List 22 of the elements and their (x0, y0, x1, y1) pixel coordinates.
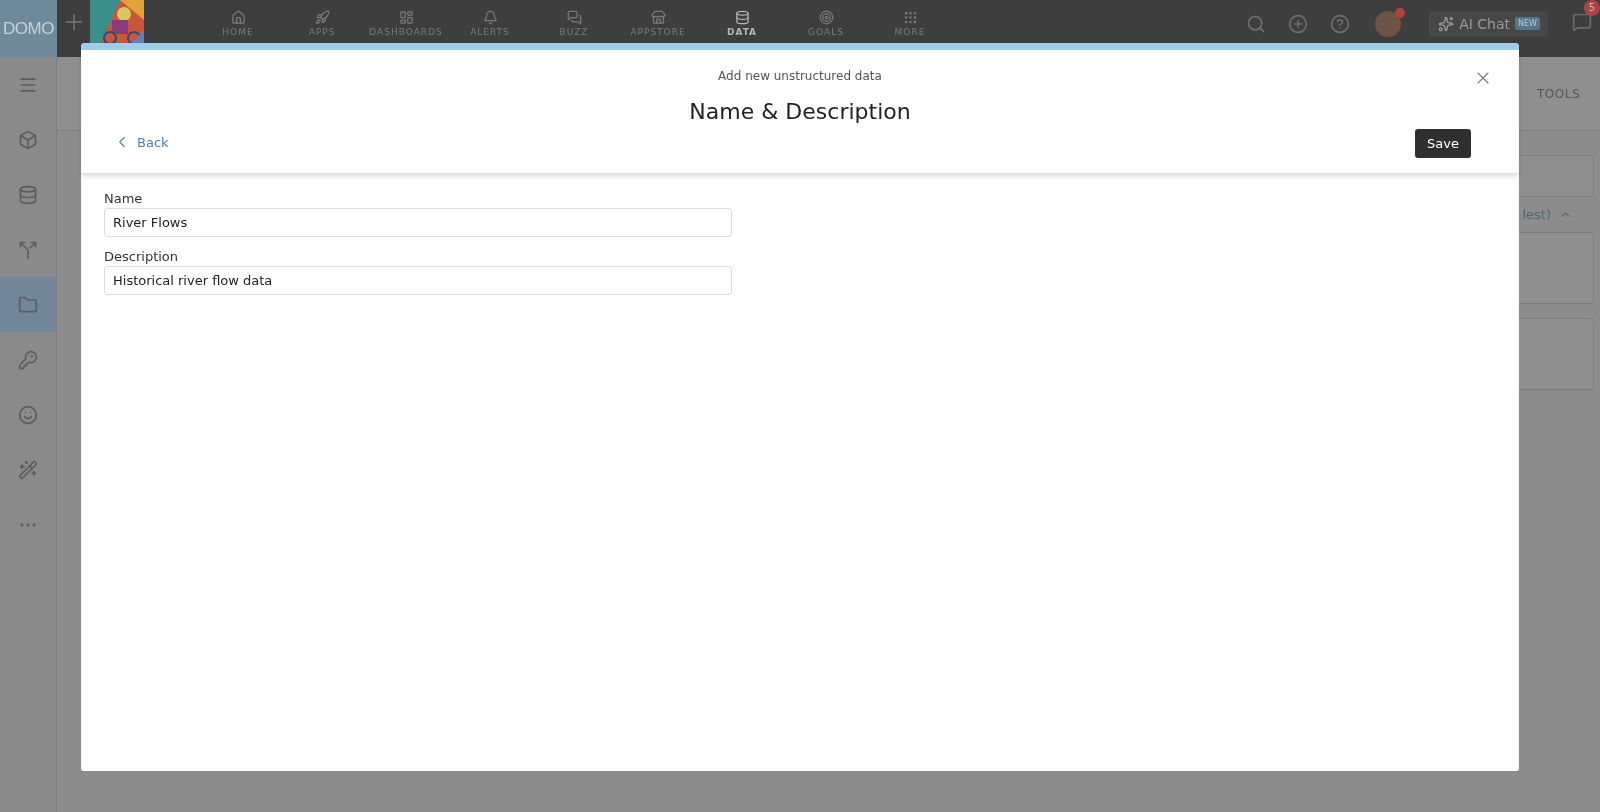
tab-label[interactable]: TOOLS (1536, 86, 1580, 101)
nav-tab[interactable]: DASHBOARDS (364, 0, 448, 37)
modal-title: Name & Description (689, 99, 911, 124)
nav-tab[interactable]: DATA (700, 0, 784, 37)
field-label: Description (104, 249, 180, 264)
nav-tab[interactable]: GOALS (784, 0, 868, 37)
input-field[interactable]: Historical river flow data (104, 266, 732, 295)
nav-tab[interactable]: APPSTORE (616, 0, 700, 37)
sort-label[interactable]: lest) (1522, 207, 1551, 222)
save-button[interactable]: Save (1415, 129, 1471, 158)
nav-tab[interactable]: BUZZ (532, 0, 616, 37)
nav-tab[interactable]: MORE (868, 0, 952, 37)
modal-subtitle: Add new unstructured data (718, 69, 882, 83)
field-label: Name (104, 191, 144, 206)
ai-chat-button[interactable]: AI Chat NEW (1429, 10, 1548, 37)
input-field[interactable]: River Flows (104, 208, 732, 237)
nav-tab[interactable]: HOME (196, 0, 280, 37)
messages-badge: 5 (1584, 0, 1600, 16)
back-button[interactable]: Back (113, 133, 169, 151)
nav-tab[interactable]: ALERTS (448, 0, 532, 37)
new-badge: NEW (1515, 17, 1540, 30)
domo-logo[interactable]: DOMO (0, 0, 57, 57)
